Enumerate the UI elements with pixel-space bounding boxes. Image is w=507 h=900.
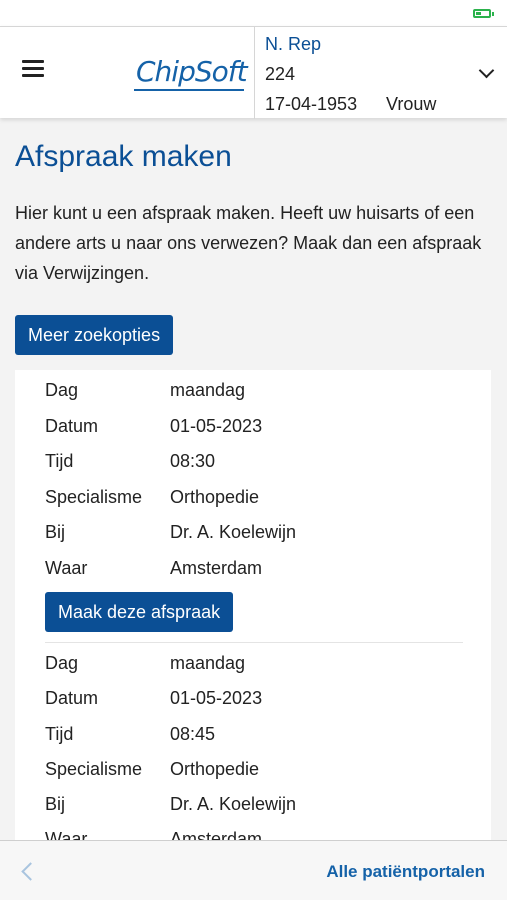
- divider: [45, 642, 463, 643]
- page-title: Afspraak maken: [15, 140, 232, 173]
- time-value: 08:30: [170, 451, 216, 471]
- detail-row: Datum 01-05-2023: [15, 416, 491, 446]
- back-arrow-icon[interactable]: [21, 862, 40, 881]
- location-label: Waar: [45, 829, 88, 840]
- chevron-down-icon[interactable]: [478, 62, 495, 79]
- date-label: Datum: [45, 416, 99, 436]
- detail-row: Specialisme Orthopedie: [15, 487, 491, 517]
- doctor-label: Bij: [45, 794, 66, 814]
- appointment-results: Dag maandag Datum 01-05-2023 Tijd 08:30 …: [15, 370, 491, 840]
- chipsoft-logo: ChipSoft: [134, 53, 248, 93]
- intro-text: Hier kunt u een afspraak maken. Heeft uw…: [15, 203, 482, 283]
- specialty-label: Specialisme: [45, 487, 143, 507]
- detail-row: Dag maandag: [15, 653, 491, 683]
- app-header: ChipSoft N. Rep 224 17-04-1953 Vrouw: [0, 26, 507, 119]
- detail-row: Waar Amsterdam: [15, 558, 491, 588]
- location-value: Amsterdam: [170, 829, 263, 840]
- day-value: maandag: [170, 653, 246, 673]
- status-bar: [0, 0, 507, 26]
- time-value: 08:45: [170, 724, 216, 744]
- date-value: 01-05-2023: [170, 688, 263, 708]
- date-value: 01-05-2023: [170, 416, 263, 436]
- location-label: Waar: [45, 558, 88, 578]
- doctor-label: Bij: [45, 522, 66, 542]
- day-label: Dag: [45, 380, 79, 400]
- time-label: Tijd: [45, 451, 74, 471]
- patient-gender: Vrouw: [386, 94, 437, 114]
- day-label: Dag: [45, 653, 79, 673]
- patient-birthdate: 17-04-1953: [265, 94, 358, 114]
- all-patient-portals-link[interactable]: Alle patiëntportalen: [326, 862, 485, 882]
- specialty-value: Orthopedie: [170, 759, 260, 779]
- battery-icon: [473, 9, 494, 18]
- doctor-value: Dr. A. Koelewijn: [170, 522, 297, 542]
- patient-selector[interactable]: N. Rep 224 17-04-1953 Vrouw: [254, 27, 507, 119]
- detail-row: Bij Dr. A. Koelewijn: [15, 522, 491, 552]
- detail-row: Waar Amsterdam: [15, 829, 491, 840]
- detail-row: Tijd 08:45: [15, 724, 491, 754]
- patient-name: N. Rep: [265, 34, 322, 54]
- day-value: maandag: [170, 380, 246, 400]
- detail-row: Specialisme Orthopedie: [15, 759, 491, 789]
- specialty-label: Specialisme: [45, 759, 143, 779]
- book-appointment-button[interactable]: Maak deze afspraak: [45, 592, 234, 632]
- logo-underline: [134, 89, 244, 91]
- detail-row: Bij Dr. A. Koelewijn: [15, 794, 491, 824]
- time-label: Tijd: [45, 724, 74, 744]
- doctor-value: Dr. A. Koelewijn: [170, 794, 297, 814]
- specialty-value: Orthopedie: [170, 487, 260, 507]
- more-search-options-button[interactable]: Meer zoekopties: [15, 315, 174, 355]
- detail-row: Tijd 08:30: [15, 451, 491, 481]
- patient-number: 224: [265, 64, 296, 84]
- logo-text: ChipSoft: [136, 55, 248, 88]
- bottom-navigation-bar: Alle patiëntportalen: [0, 840, 507, 900]
- detail-row: Datum 01-05-2023: [15, 688, 491, 718]
- location-value: Amsterdam: [170, 558, 263, 578]
- detail-row: Dag maandag: [15, 380, 491, 410]
- date-label: Datum: [45, 688, 99, 708]
- hamburger-menu-icon[interactable]: [16, 57, 50, 87]
